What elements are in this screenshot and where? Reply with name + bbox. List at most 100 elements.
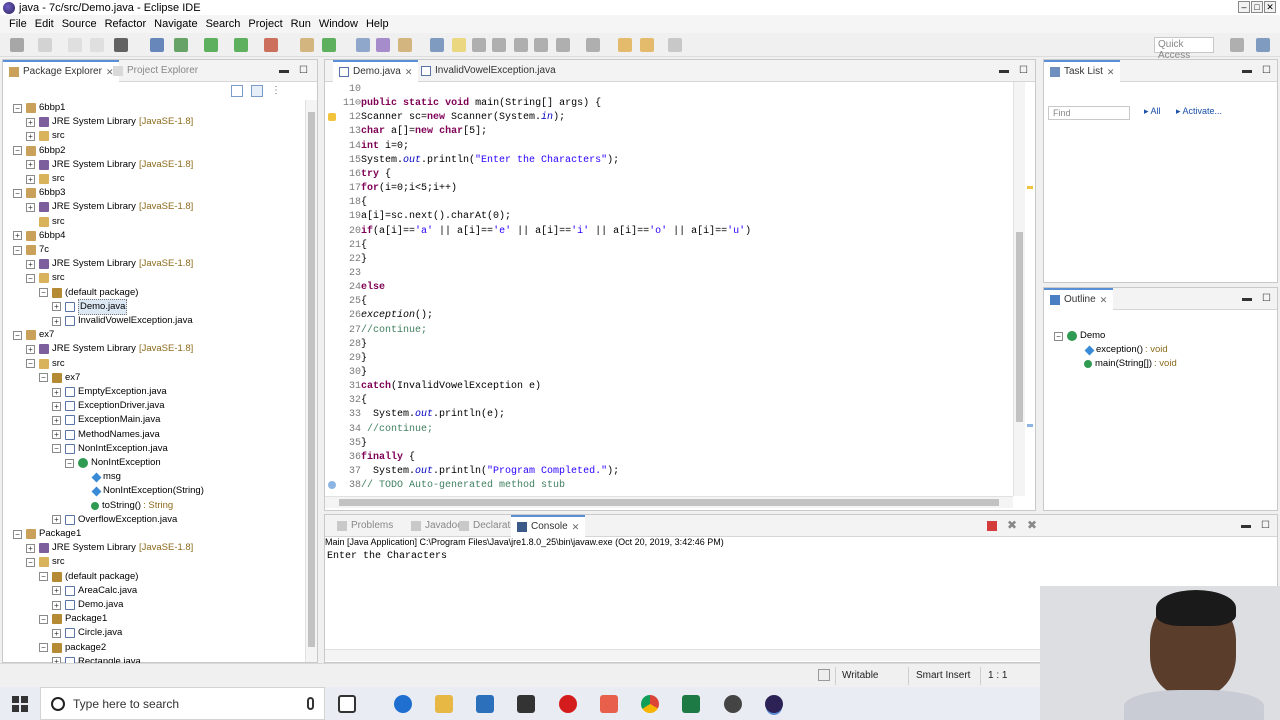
expand-toggle[interactable]: + — [52, 302, 61, 312]
expand-toggle[interactable]: + — [13, 231, 22, 241]
mail-icon[interactable] — [517, 695, 535, 713]
tree-item[interactable]: + Demo.java — [52, 298, 128, 315]
tree-item[interactable]: − 6bbp2 — [13, 144, 65, 158]
microphone-icon[interactable] — [307, 697, 314, 710]
open-task-icon[interactable] — [376, 38, 390, 52]
close-tab-icon[interactable]: ✕ — [572, 518, 580, 536]
tab-project-explorer[interactable]: Project Explorer — [107, 60, 204, 82]
toggle-mark-icon[interactable] — [430, 38, 444, 52]
tree-item[interactable]: + JRE System Library [JavaSE-1.8] — [26, 158, 193, 172]
tree-item[interactable]: + AreaCalc.java — [52, 584, 137, 598]
external-tools-icon[interactable] — [264, 38, 278, 52]
save-all-icon[interactable] — [68, 38, 82, 52]
maximize-view-icon[interactable]: ☐ — [1262, 65, 1271, 76]
tree-item[interactable]: + JRE System Library [JavaSE-1.8] — [26, 115, 193, 129]
print-icon[interactable] — [90, 38, 104, 52]
app-icon[interactable] — [600, 695, 618, 713]
toggle-highlight-icon[interactable] — [452, 38, 466, 52]
expand-toggle[interactable]: + — [52, 515, 61, 525]
windows-start-icon[interactable] — [12, 696, 28, 712]
maximize-view-icon[interactable]: ☐ — [299, 65, 308, 76]
open-perspective-icon[interactable] — [1230, 38, 1244, 52]
expand-toggle[interactable]: − — [13, 330, 22, 340]
expand-toggle[interactable]: − — [13, 146, 22, 156]
skip-breakpoints-icon[interactable] — [150, 38, 164, 52]
console-output[interactable]: Enter the Characters — [327, 551, 447, 562]
tab-task-list[interactable]: Task List ✕ — [1044, 60, 1121, 82]
minimize-button[interactable]: – — [1238, 1, 1250, 13]
close-tab-icon[interactable]: ✕ — [405, 63, 413, 81]
eclipse-taskbar-icon[interactable] — [765, 695, 783, 713]
tree-item[interactable]: − NonIntException.java — [52, 442, 168, 456]
expand-toggle[interactable]: − — [52, 444, 61, 454]
expand-toggle[interactable]: + — [26, 344, 35, 354]
tree-item[interactable]: +6bbp4 — [13, 229, 65, 243]
tree-item[interactable]: − src — [26, 555, 65, 569]
tree-item[interactable]: − src — [26, 357, 65, 371]
editor-tab[interactable]: InvalidVowelException.java — [415, 60, 562, 82]
tree-item[interactable]: − 6bbp1 — [13, 101, 65, 115]
tree-item[interactable]: + Demo.java — [52, 598, 123, 612]
minimize-view-icon[interactable]: ▬ — [1242, 65, 1252, 76]
tree-item[interactable]: + JRE System Library [JavaSE-1.8] — [26, 257, 193, 271]
new-icon[interactable] — [10, 38, 24, 52]
save-icon[interactable] — [38, 38, 52, 52]
warning-marker-icon[interactable] — [328, 113, 336, 121]
expand-toggle[interactable]: + — [26, 174, 35, 184]
menu-project[interactable]: Project — [244, 18, 286, 30]
back-arrow-icon[interactable] — [640, 38, 654, 52]
collapse-toggle[interactable]: − — [1054, 331, 1063, 341]
menu-edit[interactable]: Edit — [31, 18, 58, 30]
tree-item[interactable]: + InvalidVowelException.java — [52, 314, 193, 328]
tree-item[interactable]: + JRE System Library [JavaSE-1.8] — [26, 342, 193, 356]
scroll-thumb[interactable] — [339, 499, 999, 506]
new-java-project-icon[interactable] — [300, 38, 314, 52]
expand-toggle[interactable]: − — [39, 614, 48, 624]
tree-item[interactable]: + OverflowException.java — [52, 513, 177, 527]
activate-link[interactable]: ▸ Activate... — [1176, 106, 1222, 117]
expand-toggle[interactable]: − — [39, 572, 48, 582]
chrome-icon[interactable] — [641, 695, 659, 713]
expand-toggle[interactable]: + — [52, 586, 61, 596]
minimize-editor-icon[interactable]: ▬ — [999, 65, 1009, 76]
menu-search[interactable]: Search — [202, 18, 245, 30]
tab-problems[interactable]: Problems — [331, 515, 399, 537]
tree-item[interactable]: + JRE System Library [JavaSE-1.8] — [26, 541, 193, 555]
expand-toggle[interactable]: + — [52, 415, 61, 425]
expand-toggle[interactable]: − — [13, 103, 22, 113]
show-whitespace-icon[interactable] — [514, 38, 528, 52]
tab-console[interactable]: Console ✕ — [511, 515, 586, 537]
tree-item[interactable]: − src — [26, 271, 65, 285]
tree-item[interactable]: − (default package) — [39, 570, 138, 584]
terminate-icon[interactable] — [987, 521, 997, 531]
maximize-view-icon[interactable]: ☐ — [1261, 520, 1270, 531]
expand-toggle[interactable]: − — [26, 557, 35, 567]
expand-toggle[interactable]: + — [52, 316, 61, 326]
menu-help[interactable]: Help — [362, 18, 393, 30]
tree-item[interactable]: + JRE System Library [JavaSE-1.8] — [26, 200, 193, 214]
scroll-thumb[interactable] — [308, 112, 315, 647]
tree-item[interactable]: − ex7 — [39, 371, 80, 385]
tree-item[interactable]: + ExceptionDriver.java — [52, 399, 165, 413]
tree-item[interactable]: + src — [26, 172, 65, 186]
tree-item[interactable]: + MethodNames.java — [52, 428, 160, 442]
override-marker-icon[interactable] — [328, 481, 336, 489]
remove-launch-icon[interactable]: ✖ — [1007, 518, 1017, 532]
maximize-button[interactable]: □ — [1251, 1, 1263, 13]
minimize-view-icon[interactable]: ▬ — [1242, 293, 1252, 304]
view-menu-icon[interactable]: ⋮ — [271, 85, 283, 97]
remove-all-icon[interactable]: ✖ — [1027, 518, 1037, 532]
expand-toggle[interactable]: − — [13, 529, 22, 539]
expand-toggle[interactable]: + — [52, 600, 61, 610]
expand-toggle[interactable]: − — [13, 245, 22, 255]
code-area[interactable]: 10 11⊖ public static void main(String[] ar… — [325, 82, 1017, 496]
collapse-all-icon[interactable] — [231, 85, 243, 97]
tree-item[interactable]: − (default package) — [39, 286, 138, 300]
expand-toggle[interactable]: + — [26, 160, 35, 170]
maximize-view-icon[interactable]: ☐ — [1262, 293, 1271, 304]
tab-outline[interactable]: Outline ✕ — [1044, 288, 1114, 310]
next-annotation-icon[interactable] — [556, 38, 570, 52]
file-explorer-icon[interactable] — [435, 695, 453, 713]
show-whitespace-icon[interactable] — [492, 38, 506, 52]
expand-toggle[interactable]: − — [13, 188, 22, 198]
